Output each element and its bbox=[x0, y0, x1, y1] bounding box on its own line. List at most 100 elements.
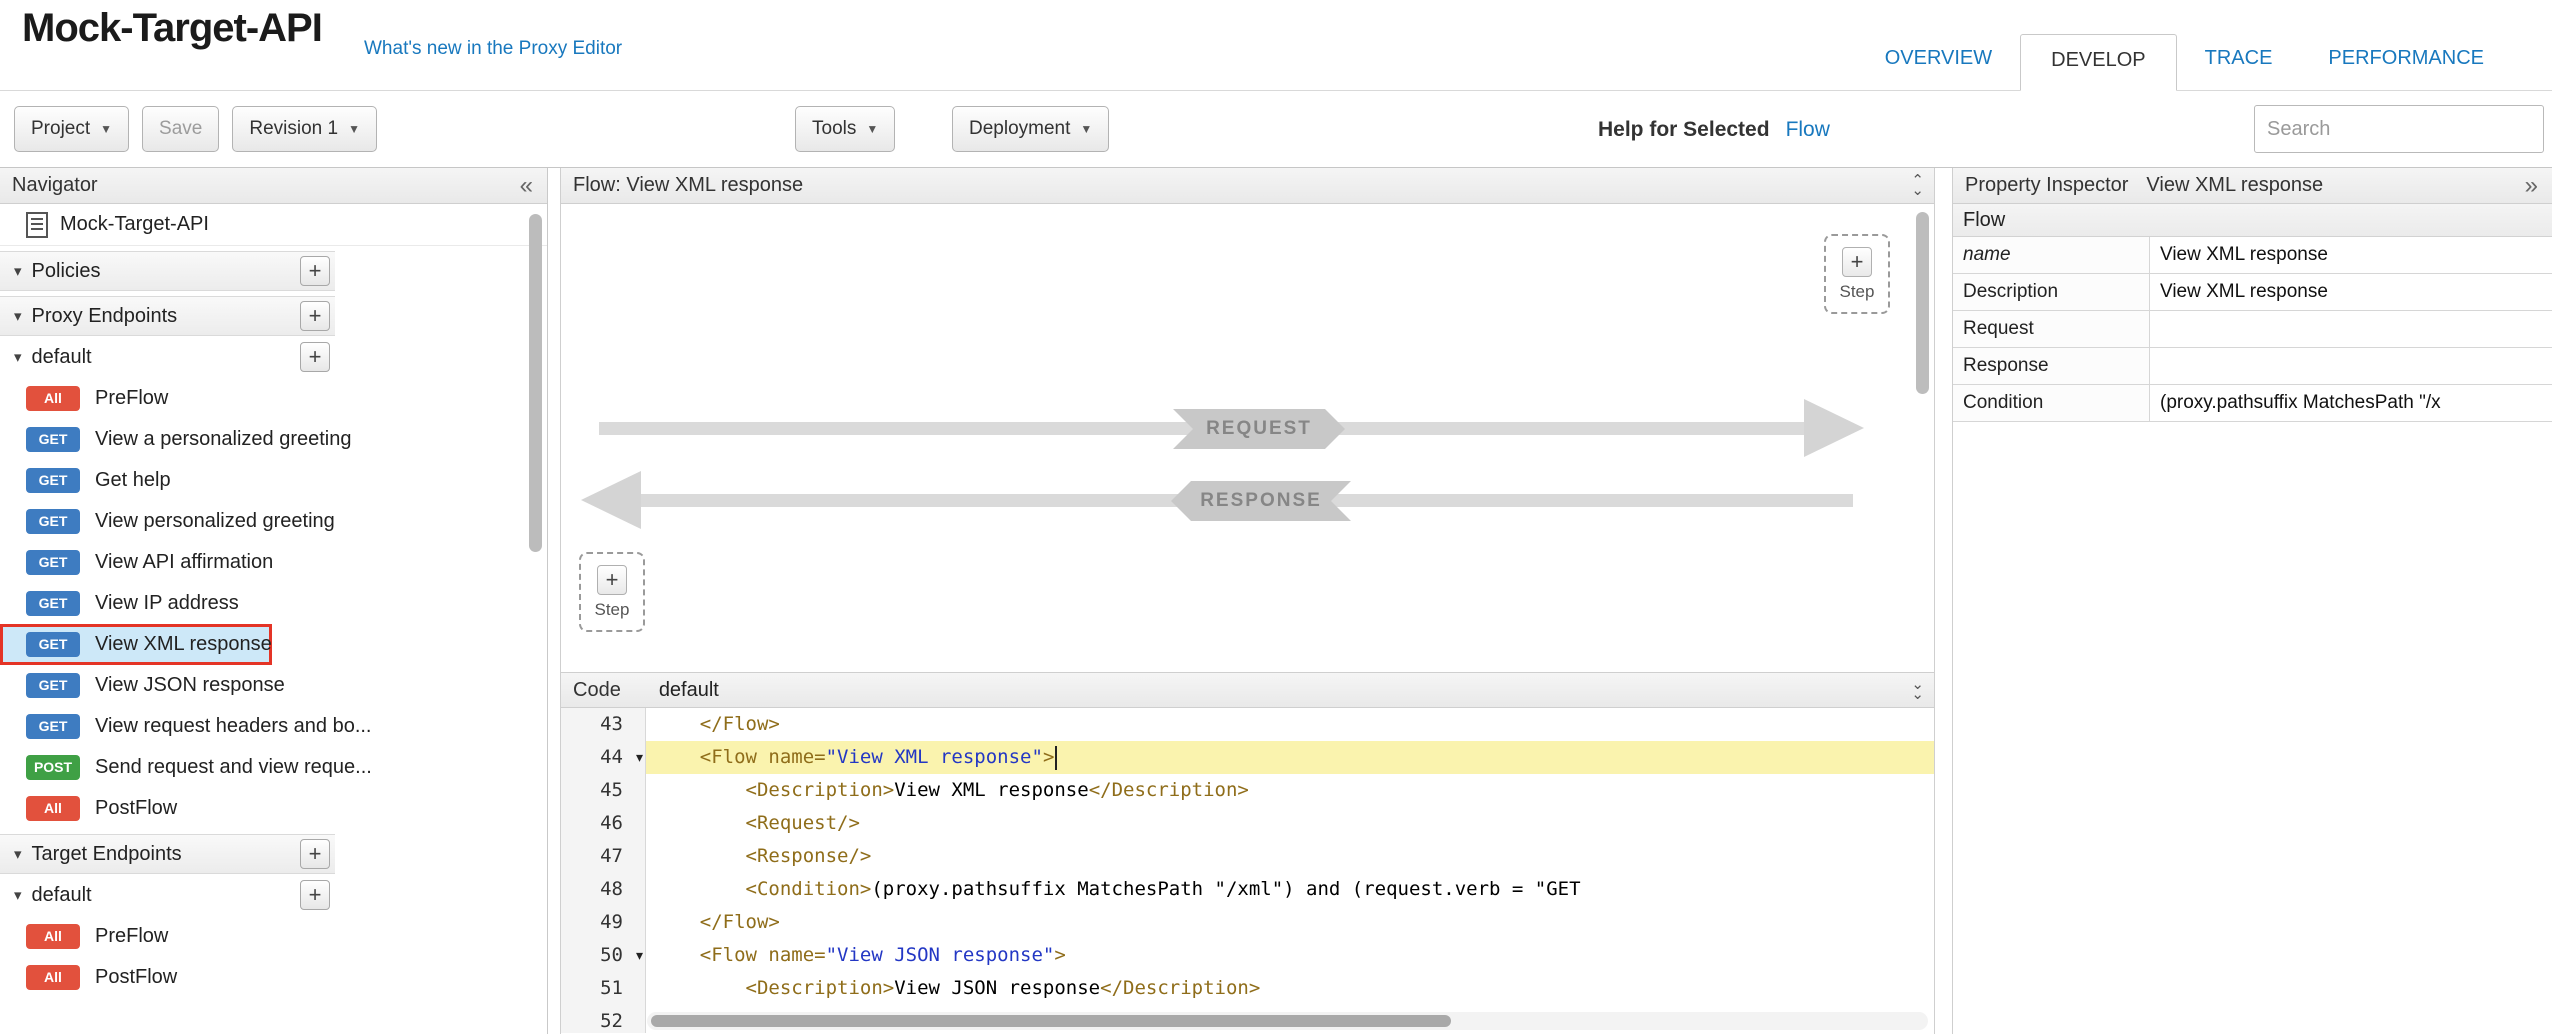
flow-item-label: View API affirmation bbox=[95, 551, 273, 574]
code-line-49[interactable]: 49 </Flow> bbox=[561, 906, 1934, 939]
nav-section-proxy-endpoints[interactable]: ▾ Proxy Endpoints + bbox=[0, 296, 335, 336]
add-policy-button[interactable]: + bbox=[300, 256, 330, 286]
collapse-navigator-icon[interactable]: « bbox=[516, 174, 537, 198]
code-line-44[interactable]: 44▾ <Flow name="View XML response"> bbox=[561, 741, 1934, 774]
save-button[interactable]: Save bbox=[142, 106, 219, 152]
line-number-44: 44▾ bbox=[561, 741, 646, 774]
method-badge-get: GET bbox=[26, 550, 80, 575]
target-default-label: default bbox=[32, 884, 92, 907]
code-editor[interactable]: 43 </Flow>44▾ <Flow name="View XML respo… bbox=[561, 708, 1934, 1033]
line-number-49: 49 bbox=[561, 906, 646, 939]
fold-arrow-icon[interactable]: ▾ bbox=[636, 741, 643, 774]
code-line-50[interactable]: 50▾ <Flow name="View JSON response"> bbox=[561, 939, 1934, 972]
inspector-row-condition: Condition(proxy.pathsuffix MatchesPath "… bbox=[1953, 385, 2552, 422]
revision-dropdown[interactable]: Revision 1 ▼ bbox=[232, 106, 377, 152]
nav-flow-preflow[interactable]: AllPreFlow bbox=[0, 378, 335, 419]
inspector-row-value[interactable]: View XML response bbox=[2150, 274, 2552, 310]
line-number-47: 47 bbox=[561, 840, 646, 873]
nav-flow-view-api-affirmation[interactable]: GET View API affirmation bbox=[0, 542, 335, 583]
nav-flow-postflow[interactable]: AllPostFlow bbox=[0, 957, 335, 998]
flow-item-label: View request headers and bo... bbox=[95, 715, 371, 738]
code-hscrollbar[interactable] bbox=[651, 1015, 1451, 1027]
add-step-response-button[interactable]: + Step bbox=[579, 552, 645, 632]
flow-item-label: View personalized greeting bbox=[95, 510, 335, 533]
nav-flow-postflow[interactable]: AllPostFlow bbox=[0, 788, 335, 829]
code-line-48[interactable]: 48 <Condition>(proxy.pathsuffix MatchesP… bbox=[561, 873, 1934, 906]
tab-performance[interactable]: PERFORMANCE bbox=[2300, 47, 2512, 90]
code-line-43[interactable]: 43 </Flow> bbox=[561, 708, 1934, 741]
collapse-code-panel-icon[interactable]: ⌄ ⌄ bbox=[1911, 680, 1924, 700]
nav-root-label: Mock-Target-API bbox=[60, 213, 209, 236]
code-line-text: <Request/> bbox=[646, 807, 1934, 840]
proxy-default-label: default bbox=[32, 346, 92, 369]
nav-flow-preflow[interactable]: AllPreFlow bbox=[0, 916, 335, 957]
nav-section-target-endpoints[interactable]: ▾ Target Endpoints + bbox=[0, 834, 335, 874]
nav-section-policies[interactable]: ▾ Policies + bbox=[0, 251, 335, 291]
inspector-row-value[interactable]: View XML response bbox=[2150, 237, 2552, 273]
add-target-endpoint-button[interactable]: + bbox=[300, 839, 330, 869]
tab-develop[interactable]: DEVELOP bbox=[2020, 34, 2176, 91]
inspector-row-value[interactable] bbox=[2150, 348, 2552, 384]
code-line-45[interactable]: 45 <Description>View XML response</Descr… bbox=[561, 774, 1934, 807]
nav-target-default[interactable]: ▾ default + bbox=[0, 874, 335, 916]
flow-item-label: View JSON response bbox=[95, 674, 285, 697]
expand-flow-panel-icon[interactable]: ⌃ ⌄ bbox=[1911, 176, 1924, 196]
add-step-request-button[interactable]: + Step bbox=[1824, 234, 1890, 314]
inspector-row-label: Condition bbox=[1953, 385, 2150, 421]
caret-down-icon: ▼ bbox=[100, 122, 112, 136]
nav-flow-view-json-response[interactable]: GETView JSON response bbox=[0, 665, 335, 706]
flow-item-label: View a personalized greeting bbox=[95, 428, 351, 451]
inspector-row-label: Response bbox=[1953, 348, 2150, 384]
code-panel-header: Code default ⌄ ⌄ bbox=[561, 672, 1934, 708]
app-window: Mock-Target-API What's new in the Proxy … bbox=[0, 0, 2552, 1034]
tab-trace[interactable]: TRACE bbox=[2177, 47, 2301, 90]
inspector-row-label: Request bbox=[1953, 311, 2150, 347]
navigator-scrollbar[interactable] bbox=[529, 214, 542, 552]
proxy-document-icon bbox=[26, 212, 48, 238]
help-flow-link[interactable]: Flow bbox=[1786, 118, 1830, 142]
nav-proxy-default[interactable]: ▾ default + bbox=[0, 336, 335, 378]
code-line-46[interactable]: 46 <Request/> bbox=[561, 807, 1934, 840]
flow-canvas-scrollbar[interactable] bbox=[1916, 212, 1929, 394]
inspector-row-label: Description bbox=[1953, 274, 2150, 310]
code-tab-default[interactable]: default bbox=[659, 679, 719, 702]
flow-item-label: PostFlow bbox=[95, 966, 177, 989]
code-line-47[interactable]: 47 <Response/> bbox=[561, 840, 1934, 873]
add-proxy-endpoint-button[interactable]: + bbox=[300, 301, 330, 331]
code-line-51[interactable]: 51 <Description>View JSON response</Desc… bbox=[561, 972, 1934, 1005]
property-inspector-header: Property Inspector View XML response » bbox=[1953, 168, 2552, 204]
navigator-header: Navigator « bbox=[0, 168, 547, 204]
line-number-52: 52 bbox=[561, 1005, 646, 1033]
nav-flow-view-personalized-greeting[interactable]: GETView personalized greeting bbox=[0, 501, 335, 542]
nav-flow-view-ip-address[interactable]: GETView IP address bbox=[0, 583, 335, 624]
tab-overview[interactable]: OVERVIEW bbox=[1857, 47, 2020, 90]
nav-flow-view-request-headers-and-bo[interactable]: GETView request headers and bo... bbox=[0, 706, 335, 747]
code-line-text: <Description>View JSON response</Descrip… bbox=[646, 972, 1934, 1005]
nav-flow-get-help[interactable]: GETGet help bbox=[0, 460, 335, 501]
nav-flow-view-a-personalized-greeting[interactable]: GETView a personalized greeting bbox=[0, 419, 335, 460]
nav-flow-send-request-and-view-reque[interactable]: POSTSend request and view reque... bbox=[0, 747, 335, 788]
project-dropdown[interactable]: Project ▼ bbox=[14, 106, 129, 152]
fold-arrow-icon[interactable]: ▾ bbox=[636, 939, 643, 972]
line-number-48: 48 bbox=[561, 873, 646, 906]
inspector-row-value[interactable]: (proxy.pathsuffix MatchesPath "/x bbox=[2150, 385, 2552, 421]
nav-flow-view-xml-response[interactable]: GETView XML response bbox=[0, 624, 272, 665]
inspector-row-name: nameView XML response bbox=[1953, 237, 2552, 274]
search-input[interactable] bbox=[2254, 105, 2544, 153]
whats-new-link[interactable]: What's new in the Proxy Editor bbox=[364, 38, 622, 60]
nav-root-item[interactable]: Mock-Target-API bbox=[0, 204, 547, 246]
deployment-dropdown[interactable]: Deployment ▼ bbox=[952, 106, 1109, 152]
line-number-46: 46 bbox=[561, 807, 646, 840]
step-label: Step bbox=[595, 600, 630, 620]
proxy-endpoints-label: Proxy Endpoints bbox=[32, 305, 178, 328]
add-target-flow-button[interactable]: + bbox=[300, 880, 330, 910]
code-hscrollbar-track bbox=[647, 1012, 1928, 1030]
main-tabs: OVERVIEWDEVELOPTRACEPERFORMANCE bbox=[1857, 34, 2512, 90]
expand-inspector-icon[interactable]: » bbox=[2521, 174, 2542, 198]
tools-dropdown[interactable]: Tools ▼ bbox=[795, 106, 895, 152]
add-proxy-flow-button[interactable]: + bbox=[300, 342, 330, 372]
revision-dropdown-label: Revision 1 bbox=[249, 118, 338, 140]
caret-down-icon: ▼ bbox=[348, 122, 360, 136]
code-title: Code bbox=[573, 679, 621, 702]
inspector-row-value[interactable] bbox=[2150, 311, 2552, 347]
